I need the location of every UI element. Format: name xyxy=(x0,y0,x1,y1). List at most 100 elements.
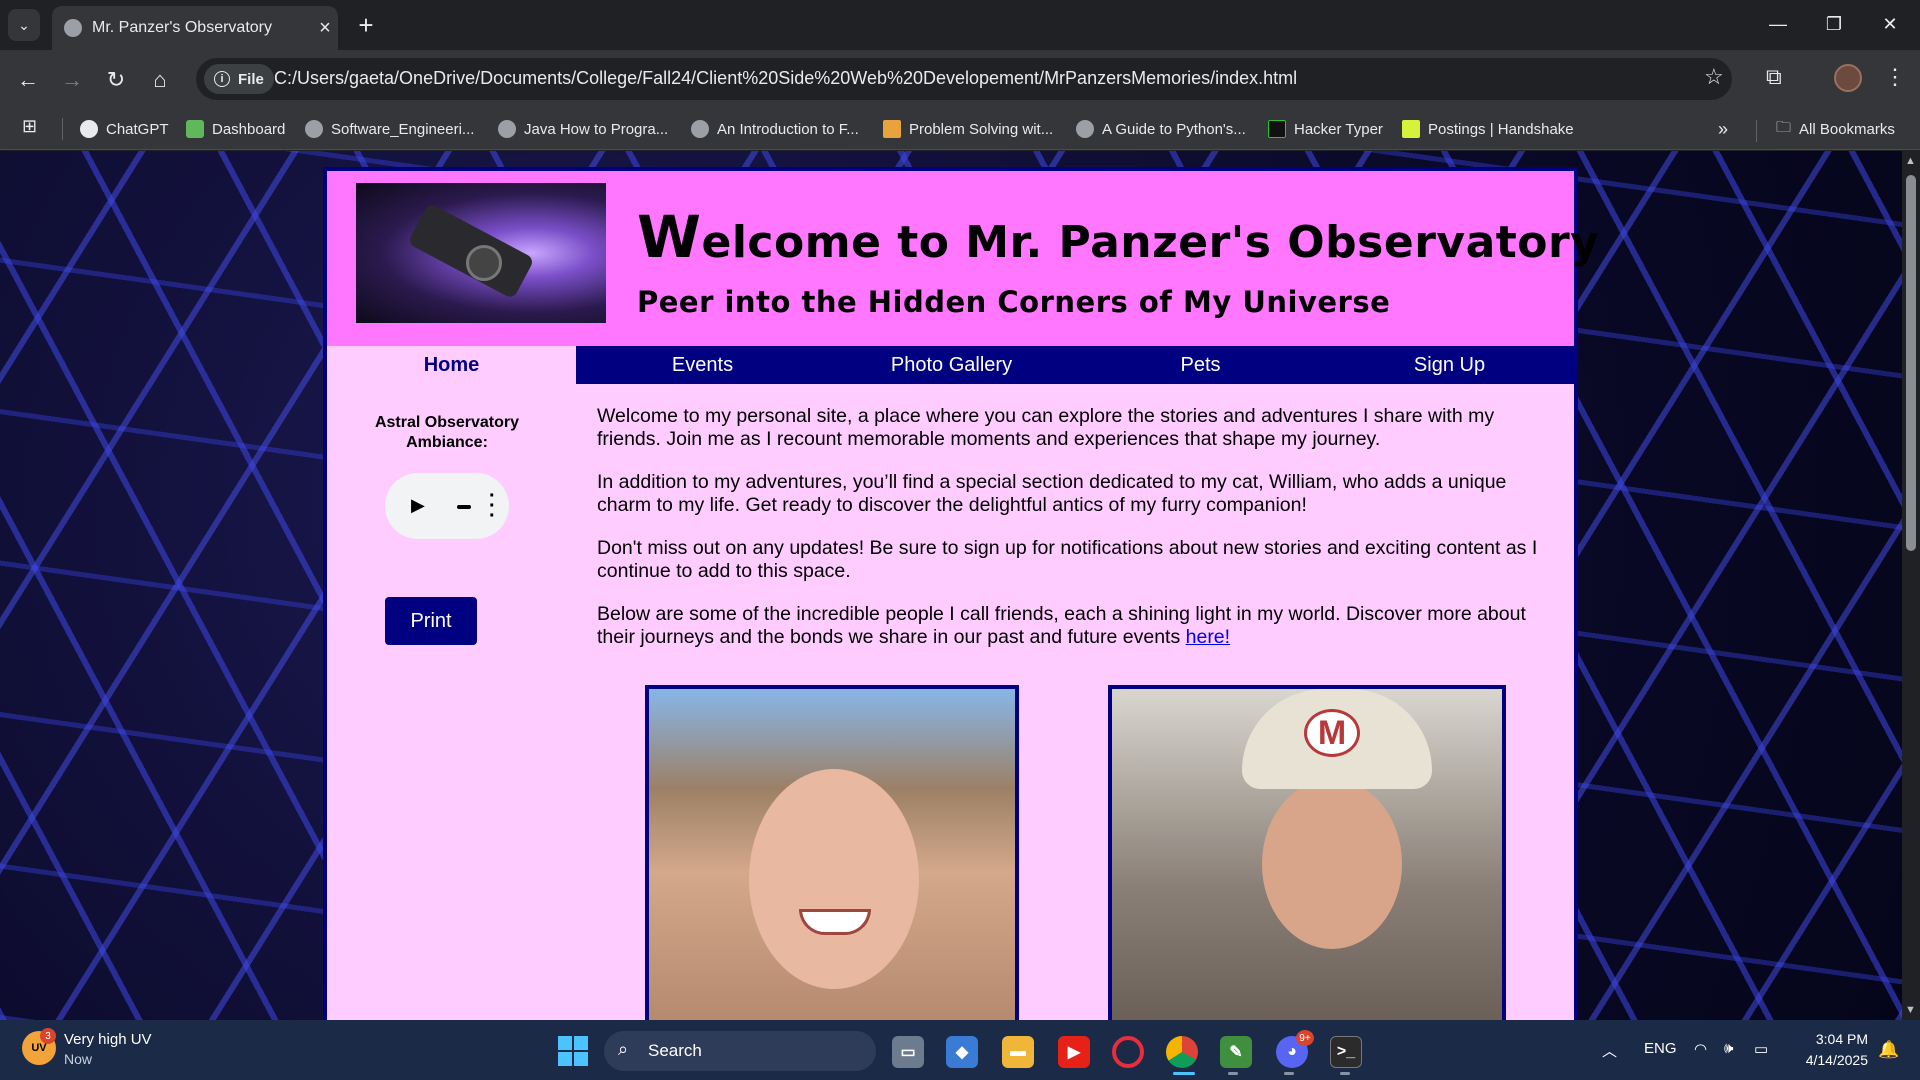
browser-menu-icon[interactable]: ⋮ xyxy=(1884,64,1906,90)
bookmark-dashboard[interactable]: Dashboard xyxy=(186,116,285,142)
triangle-icon xyxy=(883,120,901,138)
back-icon[interactable]: ← xyxy=(10,62,46,98)
chrome-active-indicator xyxy=(1173,1072,1195,1075)
all-bookmarks-button[interactable]: 🗀 All Bookmarks xyxy=(1776,116,1895,142)
main-content: Welcome to my personal site, a place whe… xyxy=(597,405,1547,669)
chevron-down-icon: ⌄ xyxy=(18,16,30,33)
app-indicator xyxy=(1284,1072,1294,1075)
reload-icon[interactable]: ↻ xyxy=(98,62,134,98)
dashboard-icon xyxy=(186,120,204,138)
globe-icon xyxy=(498,120,516,138)
browser-tab-active[interactable]: Mr. Panzer's Observatory × xyxy=(52,6,338,50)
audio-options-icon[interactable]: · · · xyxy=(489,486,496,526)
terminal-icon xyxy=(1268,120,1286,138)
events-link[interactable]: here! xyxy=(1186,626,1230,648)
page-viewport: Welcome to Mr. Panzer's Observatory Peer… xyxy=(0,151,1902,1020)
copilot-icon[interactable]: ◆ xyxy=(946,1036,978,1068)
chrome-icon[interactable] xyxy=(1166,1036,1198,1068)
bookmark-problem-solving[interactable]: Problem Solving wit... xyxy=(883,116,1053,142)
clock-time[interactable]: 3:04 PM xyxy=(1808,1031,1868,1047)
weather-subtitle: Now xyxy=(64,1051,93,1067)
forward-icon[interactable]: → xyxy=(54,62,90,98)
bookmark-hacker-typer[interactable]: Hacker Typer xyxy=(1268,116,1383,142)
close-tab-icon[interactable]: × xyxy=(312,17,338,40)
scroll-up-icon[interactable]: ▲ xyxy=(1905,155,1916,167)
notepad-icon[interactable]: ✎ xyxy=(1220,1036,1252,1068)
tab-search-button[interactable]: ⌄ xyxy=(8,9,40,41)
friends-paragraph: Below are some of the incredible people … xyxy=(597,603,1526,648)
weather-badge: 3 xyxy=(40,1028,56,1044)
telescope-logo-image xyxy=(356,183,606,323)
friend-face xyxy=(749,769,919,989)
bookmark-star-icon[interactable]: ☆ xyxy=(1704,64,1724,90)
site-container: Welcome to Mr. Panzer's Observatory Peer… xyxy=(323,167,1599,1020)
volume-icon[interactable]: 🕪 xyxy=(1724,1040,1733,1057)
restore-icon[interactable]: ❐ xyxy=(1814,8,1854,40)
tab-title: Mr. Panzer's Observatory xyxy=(92,19,272,36)
profile-avatar[interactable] xyxy=(1834,64,1862,92)
extensions-icon[interactable]: ⧉ xyxy=(1766,64,1782,90)
globe-icon xyxy=(64,19,82,37)
wifi-icon[interactable]: ◠ xyxy=(1694,1040,1707,1058)
volume-icon[interactable] xyxy=(457,505,471,509)
start-windows-icon[interactable] xyxy=(558,1036,588,1066)
search-icon: ⌕ xyxy=(618,1039,629,1059)
opera-icon[interactable] xyxy=(1112,1036,1144,1068)
signup-paragraph: Don't miss out on any updates! Be sure t… xyxy=(597,537,1538,582)
chatgpt-icon xyxy=(80,120,98,138)
bookmark-python-guide[interactable]: A Guide to Python's... xyxy=(1076,116,1246,142)
file-explorer-icon[interactable]: ▬ xyxy=(1002,1036,1034,1068)
bookmark-handshake[interactable]: Postings | Handshake xyxy=(1402,116,1574,142)
tab-strip: ⌄ Mr. Panzer's Observatory × + — ❐ ✕ xyxy=(0,0,1920,50)
youtube-icon[interactable]: ▶ xyxy=(1058,1036,1090,1068)
home-icon[interactable]: ⌂ xyxy=(142,62,178,98)
weather-title[interactable]: Very high UV xyxy=(64,1031,152,1048)
site-info-chip[interactable]: i File xyxy=(204,64,274,94)
nav-home[interactable]: Home xyxy=(327,346,578,384)
file-chip-label: File xyxy=(238,70,264,88)
taskbar-search[interactable]: ⌕ Search xyxy=(604,1031,876,1071)
globe-icon xyxy=(691,120,709,138)
show-hidden-icons[interactable]: ︿ xyxy=(1602,1040,1617,1061)
minimize-icon[interactable]: — xyxy=(1758,8,1798,40)
battery-icon[interactable]: ▭ xyxy=(1754,1040,1768,1058)
handshake-icon xyxy=(1402,120,1420,138)
play-icon[interactable]: ▶ xyxy=(411,495,425,516)
apps-grid-icon[interactable]: ⊞ xyxy=(22,116,37,137)
nav-events[interactable]: Events xyxy=(578,346,827,384)
hat-logo: M xyxy=(1304,709,1360,757)
close-window-icon[interactable]: ✕ xyxy=(1870,8,1910,40)
audio-player[interactable]: ▶ · · · xyxy=(385,473,509,539)
site-title: Welcome to Mr. Panzer's Observatory xyxy=(637,203,1600,271)
intro-paragraph: Welcome to my personal site, a place whe… xyxy=(597,405,1495,450)
bookmark-java[interactable]: Java How to Progra... xyxy=(498,116,668,142)
site-subtitle: Peer into the Hidden Corners of My Unive… xyxy=(637,285,1391,319)
bookmarks-divider xyxy=(62,118,63,140)
bookmark-introduction[interactable]: An Introduction to F... xyxy=(691,116,859,142)
bookmark-software-engineering[interactable]: Software_Engineeri... xyxy=(305,116,474,142)
task-view-icon[interactable]: ▭ xyxy=(892,1036,924,1068)
nav-pets[interactable]: Pets xyxy=(1076,346,1325,384)
more-bookmarks-icon[interactable]: » xyxy=(1718,116,1728,142)
app-indicator xyxy=(1228,1072,1238,1075)
notification-bell-icon[interactable]: 🔔 xyxy=(1878,1040,1899,1060)
app-indicator xyxy=(1340,1072,1350,1075)
friend-photo-1 xyxy=(645,685,1019,1020)
site-nav: Home Events Photo Gallery Pets Sign Up xyxy=(327,346,1574,384)
bookmarks-divider-right xyxy=(1756,120,1757,142)
discord-badge: 9+ xyxy=(1296,1030,1314,1046)
ambiance-label: Astral Observatory Ambiance: xyxy=(374,414,520,451)
scroll-down-icon[interactable]: ▼ xyxy=(1905,1004,1916,1016)
friend-face xyxy=(1262,779,1402,949)
url-text[interactable]: C:/Users/gaeta/OneDrive/Documents/Colleg… xyxy=(274,68,1297,89)
terminal-icon[interactable]: >_ xyxy=(1330,1036,1362,1068)
language-indicator[interactable]: ENG xyxy=(1644,1040,1677,1057)
clock-date[interactable]: 4/14/2025 xyxy=(1790,1052,1868,1068)
scroll-thumb[interactable] xyxy=(1906,175,1916,551)
folder-icon: 🗀 xyxy=(1776,118,1792,136)
nav-photo-gallery[interactable]: Photo Gallery xyxy=(827,346,1076,384)
nav-sign-up[interactable]: Sign Up xyxy=(1325,346,1574,384)
new-tab-button[interactable]: + xyxy=(350,9,382,41)
print-button[interactable]: Print xyxy=(385,597,477,645)
bookmark-chatgpt[interactable]: ChatGPT xyxy=(80,116,169,142)
